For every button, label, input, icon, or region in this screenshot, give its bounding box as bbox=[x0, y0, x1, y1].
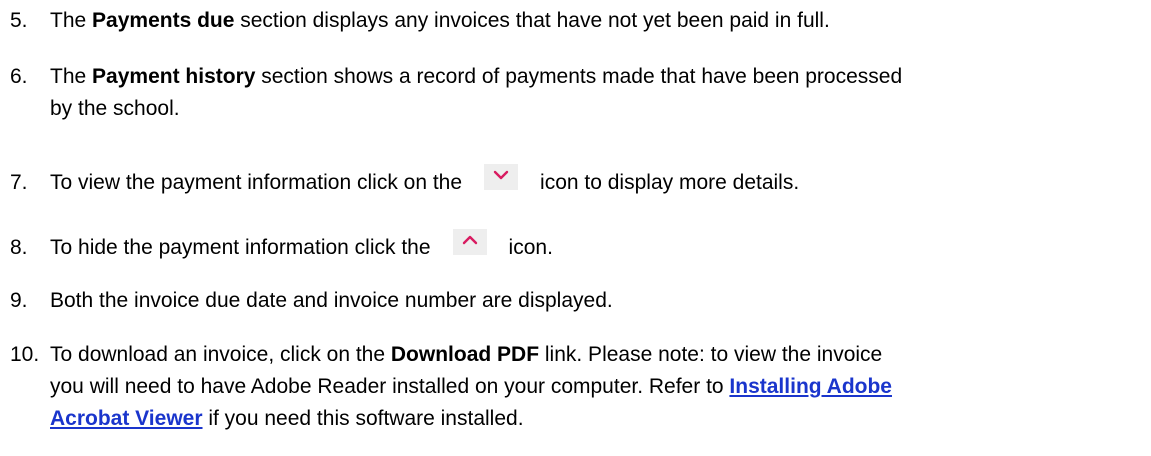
text-segment: you will need to have Adobe Reader insta… bbox=[50, 375, 730, 398]
item-number: 8. bbox=[10, 236, 28, 259]
acrobat-viewer-link[interactable]: Acrobat Viewer bbox=[50, 407, 203, 430]
bold-term: Download PDF bbox=[390, 343, 540, 366]
item-number: 10. bbox=[10, 343, 40, 366]
item-text: The Payments due section displays any in… bbox=[50, 5, 1130, 37]
chevron-up-icon[interactable] bbox=[452, 229, 487, 256]
text-segment: by the school. bbox=[50, 97, 180, 120]
text-segment: The bbox=[50, 9, 93, 32]
text-segment: To view the payment information click on… bbox=[50, 171, 463, 194]
item-number: 7. bbox=[10, 171, 28, 194]
bold-term: Payments due bbox=[92, 9, 235, 32]
item-text: To download an invoice, click on the Dow… bbox=[50, 339, 1130, 435]
text-segment: Both the invoice due date and invoice nu… bbox=[50, 289, 613, 312]
text-segment: To download an invoice, click on the bbox=[50, 343, 391, 366]
text-segment: section displays any invoices that have … bbox=[234, 9, 830, 32]
item-text: Both the invoice due date and invoice nu… bbox=[50, 285, 1130, 317]
chevron-down-icon[interactable] bbox=[484, 164, 519, 191]
item-number: 6. bbox=[10, 65, 28, 88]
item-text: To hide the payment information click th… bbox=[50, 229, 1130, 264]
bold-term: Payment history bbox=[92, 65, 256, 88]
item-number: 9. bbox=[10, 289, 28, 312]
text-segment: icon. bbox=[508, 236, 553, 259]
text-segment: link. Please note: to view the invoice bbox=[539, 343, 883, 366]
text-segment: To hide the payment information click th… bbox=[50, 236, 431, 259]
text-segment: icon to display more details. bbox=[540, 171, 800, 194]
text-segment: The bbox=[50, 65, 93, 88]
item-number: 5. bbox=[10, 9, 28, 32]
text-segment: if you need this software installed. bbox=[202, 407, 524, 430]
installing-adobe-link[interactable]: Installing Adobe bbox=[729, 375, 892, 398]
item-text: To view the payment information click on… bbox=[50, 164, 1130, 199]
text-segment: section shows a record of payments made … bbox=[255, 65, 903, 88]
item-text: The Payment history section shows a reco… bbox=[50, 61, 1130, 125]
